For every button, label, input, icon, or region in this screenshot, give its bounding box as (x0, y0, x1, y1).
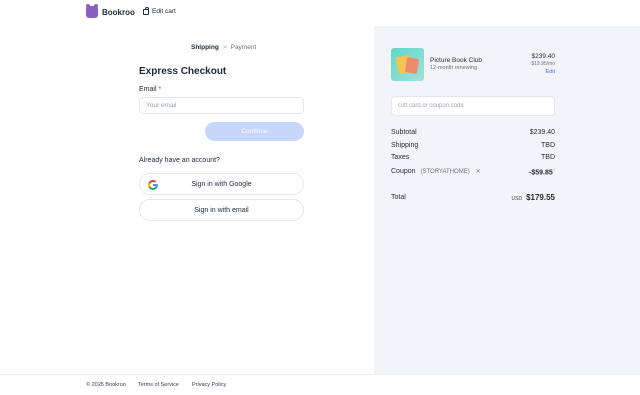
product-thumbnail (391, 48, 424, 81)
breadcrumb-separator: > (222, 44, 227, 51)
email-field[interactable] (139, 97, 304, 114)
subtotal-value: $239.40 (529, 129, 555, 136)
taxes-row: Taxes TBD (391, 154, 555, 161)
google-signin-button[interactable]: Sign in with Google (139, 173, 304, 195)
terms-link[interactable]: Terms of Service (138, 382, 179, 388)
top-bar: Bookroo Edit cart (0, 0, 374, 26)
product-name: Picture Book Club (430, 57, 483, 64)
product-price: $239.40 (531, 53, 556, 60)
remove-coupon-icon[interactable]: ✕ (476, 169, 481, 175)
subtotal-row: Subtotal $239.40 (391, 129, 555, 136)
total-row: Total USD $179.55 (391, 193, 555, 202)
total-label: Total (391, 194, 406, 201)
shopping-bag-icon (143, 6, 149, 15)
taxes-value: TBD (541, 154, 555, 161)
edit-cart-label: Edit cart (152, 8, 176, 15)
have-account-text: Already have an account? (139, 157, 220, 164)
email-label: Email * (139, 86, 161, 93)
bear-logo-icon (86, 4, 98, 18)
total-value-group: USD $179.55 (512, 193, 555, 202)
footer: © 2025 Bookroo Terms of Service Privacy … (0, 374, 640, 395)
coupon-label-group: Coupon (STORYATHOME) ✕ (391, 168, 481, 175)
coupon-value: -$59.85 (529, 169, 553, 177)
taxes-label: Taxes (391, 154, 410, 161)
google-icon (148, 180, 158, 190)
coupon-row: Coupon (STORYATHOME) ✕ -$59.85? (391, 167, 555, 176)
edit-product-link[interactable]: Edit (546, 69, 555, 75)
step-shipping[interactable]: Shipping (191, 44, 219, 51)
coupon-label: Coupon (391, 168, 416, 176)
google-signin-label: Sign in with Google (191, 180, 252, 188)
coupon-value-group: -$59.85? (529, 167, 555, 176)
product-monthly-price: $19.95/mo (531, 61, 555, 67)
currency-code: USD (511, 196, 523, 202)
shipping-value: TBD (541, 142, 555, 149)
continue-button[interactable]: Continue (205, 122, 304, 141)
copyright: © 2025 Bookroo (86, 382, 126, 388)
required-mark: * (158, 86, 162, 93)
subtotal-label: Subtotal (391, 129, 417, 136)
coupon-code: (STORYATHOME) (420, 169, 470, 176)
email-label-text: Email (139, 86, 157, 93)
privacy-link[interactable]: Privacy Policy (192, 382, 226, 388)
edit-cart-link[interactable]: Edit cart (143, 6, 176, 15)
info-icon[interactable]: ? (553, 167, 555, 172)
step-payment[interactable]: Payment (231, 44, 257, 51)
email-signin-label: Sign in with email (194, 206, 249, 214)
breadcrumb: Shipping > Payment (191, 44, 256, 51)
shipping-row: Shipping TBD (391, 142, 555, 149)
shipping-label: Shipping (391, 142, 419, 149)
coupon-input[interactable] (391, 96, 555, 116)
total-value: $179.55 (526, 193, 555, 202)
brand-logo[interactable]: Bookroo (86, 4, 135, 18)
product-subtitle: 12-month renewing (430, 65, 478, 71)
page-title: Express Checkout (139, 66, 227, 77)
email-signin-button[interactable]: Sign in with email (139, 199, 304, 221)
book-illustration (404, 57, 420, 74)
brand-name: Bookroo (102, 7, 135, 17)
